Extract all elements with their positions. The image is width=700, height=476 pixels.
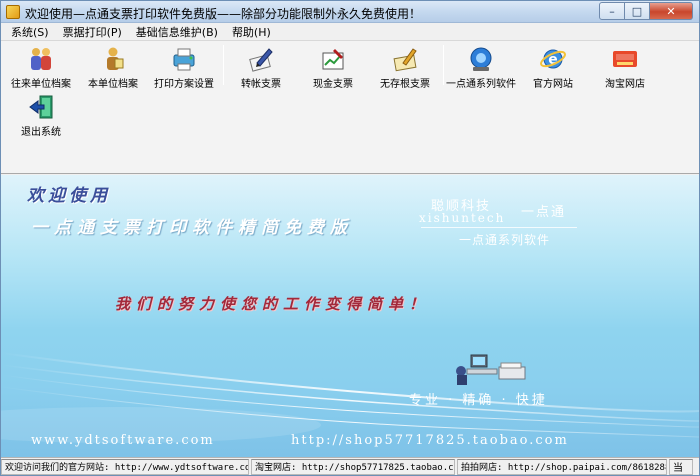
toolbar: 往来单位档案 本单位档案 打印方案设置 转帐支票 现金支票 无存根支票 一点通系… <box>1 40 699 174</box>
shop-url[interactable]: http://shop57717825.taobao.com <box>291 433 569 448</box>
transfer-check-icon <box>247 45 275 73</box>
title-bar[interactable]: 欢迎使用—点通支票打印软件免费版——除部分功能限制外永久免费使用！ – □ ✕ <box>1 1 699 23</box>
menu-print[interactable]: 票据打印(P) <box>57 24 130 40</box>
status-bar: 欢迎访问我们的官方网站: http://www.ydtsoftware.com … <box>1 457 699 475</box>
window-title: 欢迎使用—点通支票打印软件免费版——除部分功能限制外永久免费使用！ <box>25 7 422 21</box>
company-name-en: xishuntech <box>419 211 506 225</box>
status-taobao: 淘宝网店: http://shop57717825.taobao.com <box>251 458 455 475</box>
menu-help[interactable]: 帮助(H) <box>226 24 279 40</box>
taobao-icon <box>611 45 639 73</box>
status-paipai-text: 拍拍网店: http://shop.paipai.com/861828834 <box>461 463 667 473</box>
toolbar-label: 转帐支票 <box>241 79 281 90</box>
toolbar-software-series-button[interactable]: 一点通系列软件 <box>443 43 519 91</box>
toolbar-label: 官方网站 <box>533 79 573 90</box>
decorative-line <box>421 227 577 228</box>
app-icon[interactable] <box>6 5 20 19</box>
toolbar-partner-archive-button[interactable]: 往来单位档案 <box>3 43 79 91</box>
menu-system[interactable]: 系统(S) <box>5 24 57 40</box>
product-subtitle: 一点通支票打印软件精简免费版 <box>31 218 353 238</box>
toolbar-transfer-check-button[interactable]: 转帐支票 <box>223 43 299 91</box>
toolbar-exit-button[interactable]: 退出系统 <box>3 91 79 139</box>
status-tail: 当 <box>669 458 693 475</box>
menu-basic-info[interactable]: 基础信息维护(B) <box>130 24 226 40</box>
toolbar-cash-check-button[interactable]: 现金支票 <box>295 43 371 91</box>
toolbar-label: 往来单位档案 <box>11 79 71 90</box>
toolbar-label: 无存根支票 <box>380 79 430 90</box>
welcome-heading: 欢迎使用 <box>27 186 111 206</box>
toolbar-label: 现金支票 <box>313 79 353 90</box>
computer-illustration <box>453 351 533 387</box>
toolbar-taobao-shop-button[interactable]: 淘宝网店 <box>587 43 663 91</box>
people-icon <box>27 45 55 73</box>
stubless-check-icon <box>391 45 419 73</box>
menu-bar: 系统(S) 票据打印(P) 基础信息维护(B) 帮助(H) <box>1 23 699 40</box>
tagline: 专业 · 精确 · 快捷 <box>409 393 548 408</box>
status-taobao-text: 淘宝网店: http://shop57717825.taobao.com <box>255 463 455 473</box>
slogan: 我们的努力使您的工作变得简单！ <box>115 295 431 313</box>
exit-icon <box>27 93 55 121</box>
ie-browser-icon: e <box>539 45 567 73</box>
close-button[interactable]: ✕ <box>650 2 693 20</box>
person-icon <box>99 45 127 73</box>
window-controls: – □ ✕ <box>599 2 693 20</box>
toolbar-label: 淘宝网店 <box>605 79 645 90</box>
brand-short-name: 一点通 <box>521 205 567 220</box>
cash-check-icon <box>319 45 347 73</box>
toolbar-label: 一点通系列软件 <box>446 79 516 90</box>
status-welcome: 欢迎访问我们的官方网站: http://www.ydtsoftware.com <box>1 458 249 475</box>
toolbar-label: 打印方案设置 <box>154 79 214 90</box>
toolbar-official-site-button[interactable]: e 官方网站 <box>515 43 591 91</box>
software-series-icon <box>467 45 495 73</box>
main-window: 欢迎使用—点通支票打印软件免费版——除部分功能限制外永久免费使用！ – □ ✕ … <box>0 0 700 476</box>
status-paipai: 拍拍网店: http://shop.paipai.com/861828834 <box>457 458 667 475</box>
toolbar-stubless-check-button[interactable]: 无存根支票 <box>367 43 443 91</box>
status-welcome-text: 欢迎访问我们的官方网站: http://www.ydtsoftware.com <box>5 463 249 473</box>
toolbar-print-settings-button[interactable]: 打印方案设置 <box>146 43 222 91</box>
minimize-button[interactable]: – <box>599 2 625 20</box>
toolbar-label: 退出系统 <box>21 127 61 138</box>
website-url[interactable]: www.ydtsoftware.com <box>31 433 215 448</box>
toolbar-own-archive-button[interactable]: 本单位档案 <box>75 43 151 91</box>
maximize-button[interactable]: □ <box>625 2 650 20</box>
welcome-banner: 欢迎使用 一点通支票打印软件精简免费版 聪顺科技 xishuntech 一点通 … <box>1 175 699 457</box>
series-label: 一点通系列软件 <box>459 233 551 247</box>
status-tail-text: 当 <box>673 463 683 474</box>
printer-settings-icon <box>170 45 198 73</box>
toolbar-label: 本单位档案 <box>88 79 138 90</box>
